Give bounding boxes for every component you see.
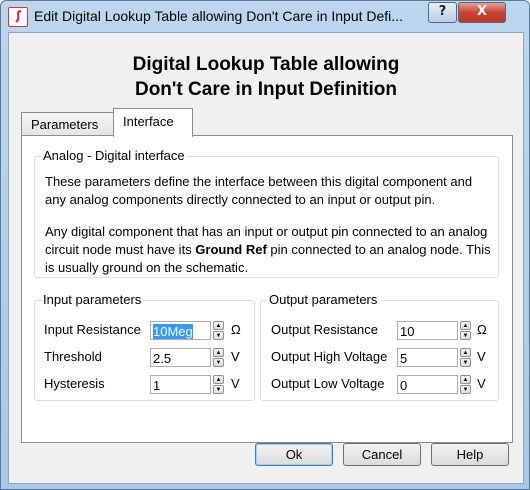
- output-resistance-field[interactable]: 10: [397, 321, 458, 340]
- ground-ref-note: Any digital component that has an input …: [45, 223, 495, 277]
- page-title: Digital Lookup Table allowing Don't Care…: [9, 52, 523, 102]
- output-low-voltage-spinner[interactable]: ▲ ▼: [460, 375, 471, 395]
- output-high-voltage-field[interactable]: 5: [397, 348, 458, 367]
- title-bar: Edit Digital Lookup Table allowing Don't…: [1, 1, 529, 31]
- output-high-voltage-unit: V: [477, 349, 486, 364]
- spin-up-icon[interactable]: ▲: [213, 321, 224, 330]
- analog-group-legend: Analog - Digital interface: [41, 148, 187, 163]
- spin-down-icon[interactable]: ▼: [213, 358, 224, 367]
- spin-down-icon[interactable]: ▼: [460, 331, 471, 340]
- input-parameters-group: Input parameters Input Resistance 10Meg …: [34, 292, 255, 401]
- ok-button[interactable]: Ok: [255, 443, 333, 466]
- help-icon[interactable]: ?: [428, 2, 457, 23]
- spin-down-icon[interactable]: ▼: [213, 385, 224, 394]
- spin-down-icon[interactable]: ▼: [213, 331, 224, 340]
- spin-down-icon[interactable]: ▼: [460, 385, 471, 394]
- threshold-field[interactable]: 2.5: [150, 348, 211, 367]
- input-group-legend: Input parameters: [41, 292, 144, 307]
- output-high-voltage-spinner[interactable]: ▲ ▼: [460, 348, 471, 368]
- help-button[interactable]: Help: [431, 443, 509, 466]
- input-resistance-field[interactable]: 10Meg: [150, 321, 211, 340]
- spin-up-icon[interactable]: ▲: [460, 321, 471, 330]
- output-low-voltage-unit: V: [477, 376, 486, 391]
- spin-up-icon[interactable]: ▲: [460, 375, 471, 384]
- threshold-spinner[interactable]: ▲ ▼: [213, 348, 224, 368]
- output-parameters-group: Output parameters Output Resistance 10 ▲…: [260, 292, 499, 401]
- tab-interface[interactable]: Interface: [113, 108, 193, 137]
- output-resistance-label: Output Resistance: [271, 322, 378, 337]
- output-low-voltage-label: Output Low Voltage: [271, 376, 385, 391]
- window-title: Edit Digital Lookup Table allowing Don't…: [34, 8, 403, 24]
- threshold-unit: V: [231, 349, 240, 364]
- ground-ref-emphasis: Ground Ref: [195, 242, 267, 257]
- input-resistance-unit: Ω: [231, 322, 241, 337]
- output-resistance-unit: Ω: [477, 322, 487, 337]
- input-resistance-label: Input Resistance: [44, 322, 141, 337]
- hysteresis-label: Hysteresis: [44, 376, 105, 391]
- cancel-button[interactable]: Cancel: [343, 443, 421, 466]
- input-resistance-spinner[interactable]: ▲ ▼: [213, 321, 224, 341]
- page-title-line1: Digital Lookup Table allowing: [132, 54, 400, 75]
- spin-up-icon[interactable]: ▲: [460, 348, 471, 357]
- spin-up-icon[interactable]: ▲: [213, 348, 224, 357]
- threshold-label: Threshold: [44, 349, 102, 364]
- output-group-legend: Output parameters: [267, 292, 380, 307]
- interface-description: These parameters define the interface be…: [45, 174, 473, 207]
- output-low-voltage-field[interactable]: 0: [397, 375, 458, 394]
- input-resistance-value: 10Meg: [153, 324, 193, 339]
- app-logo-icon: [8, 7, 28, 27]
- hysteresis-spinner[interactable]: ▲ ▼: [213, 375, 224, 395]
- spin-up-icon[interactable]: ▲: [213, 375, 224, 384]
- hysteresis-unit: V: [231, 376, 240, 391]
- close-icon[interactable]: X: [458, 2, 506, 23]
- hysteresis-field[interactable]: 1: [150, 375, 211, 394]
- output-resistance-spinner[interactable]: ▲ ▼: [460, 321, 471, 341]
- page-title-line2: Don't Care in Input Definition: [134, 79, 398, 100]
- analog-digital-group: Analog - Digital interface These paramet…: [34, 148, 499, 278]
- tab-parameters[interactable]: Parameters: [21, 112, 123, 137]
- spin-down-icon[interactable]: ▼: [460, 358, 471, 367]
- dialog-client-area: Digital Lookup Table allowing Don't Care…: [8, 32, 524, 484]
- dialog-window: Edit Digital Lookup Table allowing Don't…: [0, 0, 530, 490]
- output-high-voltage-label: Output High Voltage: [271, 349, 388, 364]
- interface-tab-panel: Analog - Digital interface These paramet…: [21, 135, 513, 443]
